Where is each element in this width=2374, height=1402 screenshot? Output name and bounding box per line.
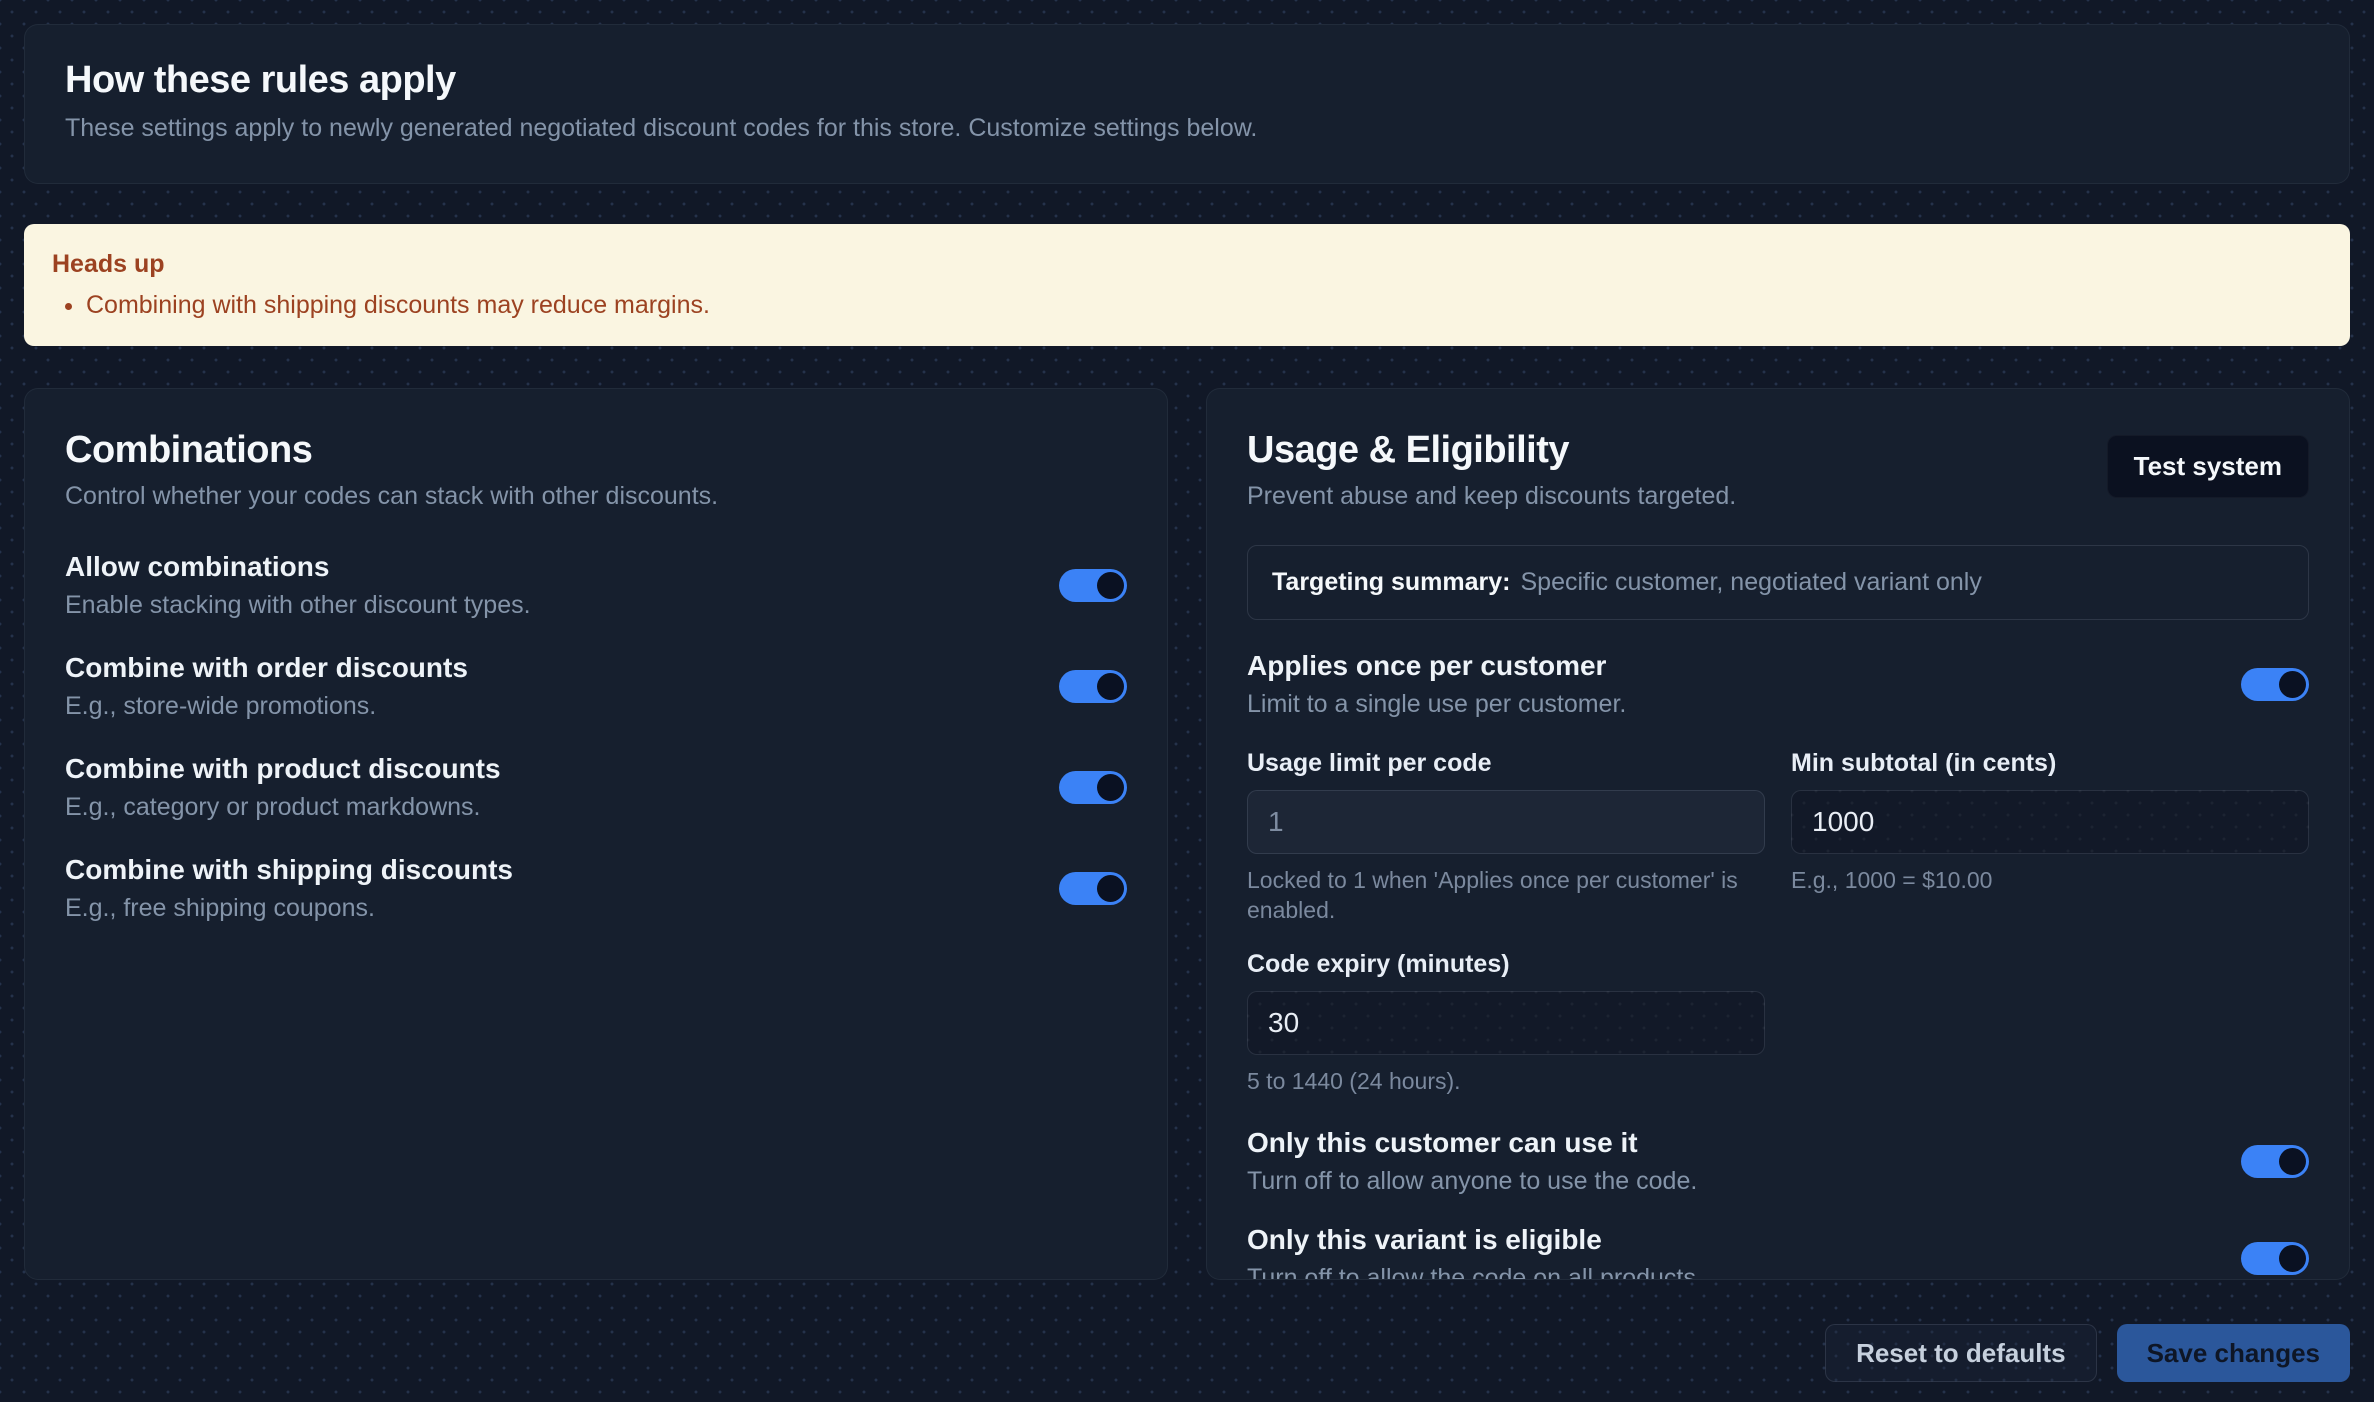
usage-subtitle: Prevent abuse and keep discounts targete… bbox=[1247, 482, 1736, 511]
page-title: How these rules apply bbox=[65, 59, 2309, 102]
allow-combinations-toggle[interactable] bbox=[1059, 569, 1127, 602]
code-expiry-field-group: Code expiry (minutes) 5 to 1440 (24 hour… bbox=[1247, 950, 1765, 1097]
code-expiry-label: Code expiry (minutes) bbox=[1247, 950, 1765, 979]
rule-help: Enable stacking with other discount type… bbox=[65, 591, 531, 620]
rule-help: E.g., free shipping coupons. bbox=[65, 894, 513, 923]
rule-row-applies-once: Applies once per customer Limit to a sin… bbox=[1247, 650, 2309, 719]
min-subtotal-field-group: Min subtotal (in cents) E.g., 1000 = $10… bbox=[1791, 749, 2309, 926]
product-discounts-toggle[interactable] bbox=[1059, 771, 1127, 804]
rule-label: Applies once per customer bbox=[1247, 650, 1626, 682]
reset-defaults-button[interactable]: Reset to defaults bbox=[1825, 1324, 2097, 1382]
min-subtotal-help: E.g., 1000 = $10.00 bbox=[1791, 866, 2309, 896]
only-customer-toggle[interactable] bbox=[2241, 1145, 2309, 1178]
usage-title: Usage & Eligibility bbox=[1247, 429, 1736, 472]
rule-label: Combine with order discounts bbox=[65, 652, 468, 684]
rule-row-product-discounts: Combine with product discounts E.g., cat… bbox=[65, 753, 1127, 822]
rule-label: Only this variant is eligible bbox=[1247, 1224, 1703, 1256]
toggle-knob bbox=[2279, 1148, 2306, 1175]
toggle-knob bbox=[2279, 1245, 2306, 1272]
rule-row-order-discounts: Combine with order discounts E.g., store… bbox=[65, 652, 1127, 721]
page-subtitle: These settings apply to newly generated … bbox=[65, 114, 2309, 143]
rule-row-only-variant: Only this variant is eligible Turn off t… bbox=[1247, 1224, 2309, 1280]
applies-once-toggle[interactable] bbox=[2241, 668, 2309, 701]
rule-row-shipping-discounts: Combine with shipping discounts E.g., fr… bbox=[65, 854, 1127, 923]
targeting-summary-box: Targeting summary: Specific customer, ne… bbox=[1247, 545, 2309, 620]
rule-label: Only this customer can use it bbox=[1247, 1127, 1697, 1159]
rule-help: Limit to a single use per customer. bbox=[1247, 690, 1626, 719]
toggle-knob bbox=[1097, 875, 1124, 902]
toggle-knob bbox=[1097, 774, 1124, 801]
test-system-button[interactable]: Test system bbox=[2107, 435, 2309, 498]
combinations-subtitle: Control whether your codes can stack wit… bbox=[65, 482, 1127, 511]
heads-up-banner: Heads up Combining with shipping discoun… bbox=[24, 224, 2350, 346]
toggle-knob bbox=[2279, 671, 2306, 698]
rule-label: Combine with product discounts bbox=[65, 753, 501, 785]
rule-help: Turn off to allow anyone to use the code… bbox=[1247, 1167, 1697, 1196]
min-subtotal-label: Min subtotal (in cents) bbox=[1791, 749, 2309, 778]
toggle-knob bbox=[1097, 673, 1124, 700]
footer-actions: Reset to defaults Save changes bbox=[24, 1324, 2350, 1382]
rule-help: E.g., store-wide promotions. bbox=[65, 692, 468, 721]
code-expiry-input[interactable] bbox=[1247, 991, 1765, 1055]
combinations-title: Combinations bbox=[65, 429, 1127, 472]
min-subtotal-input[interactable] bbox=[1791, 790, 2309, 854]
only-variant-toggle[interactable] bbox=[2241, 1242, 2309, 1275]
rule-help: E.g., category or product markdowns. bbox=[65, 793, 501, 822]
usage-limit-label: Usage limit per code bbox=[1247, 749, 1765, 778]
shipping-discounts-toggle[interactable] bbox=[1059, 872, 1127, 905]
rule-row-only-customer: Only this customer can use it Turn off t… bbox=[1247, 1127, 2309, 1196]
order-discounts-toggle[interactable] bbox=[1059, 670, 1127, 703]
combinations-panel: Combinations Control whether your codes … bbox=[24, 388, 1168, 1280]
usage-limit-input[interactable] bbox=[1247, 790, 1765, 854]
rules-header-card: How these rules apply These settings app… bbox=[24, 24, 2350, 184]
targeting-summary-value: Specific customer, negotiated variant on… bbox=[1520, 568, 1981, 597]
banner-list: Combining with shipping discounts may re… bbox=[52, 291, 2322, 320]
targeting-summary-label: Targeting summary: bbox=[1272, 568, 1510, 597]
usage-limit-field-group: Usage limit per code Locked to 1 when 'A… bbox=[1247, 749, 1765, 926]
usage-eligibility-panel: Usage & Eligibility Prevent abuse and ke… bbox=[1206, 388, 2350, 1280]
usage-limit-help: Locked to 1 when 'Applies once per custo… bbox=[1247, 866, 1765, 926]
toggle-knob bbox=[1097, 572, 1124, 599]
rule-help: Turn off to allow the code on all produc… bbox=[1247, 1264, 1703, 1280]
rule-label: Combine with shipping discounts bbox=[65, 854, 513, 886]
banner-title: Heads up bbox=[52, 250, 2322, 279]
save-changes-button[interactable]: Save changes bbox=[2117, 1324, 2350, 1382]
banner-item: Combining with shipping discounts may re… bbox=[86, 291, 2322, 320]
code-expiry-help: 5 to 1440 (24 hours). bbox=[1247, 1067, 1765, 1097]
rule-label: Allow combinations bbox=[65, 551, 531, 583]
rule-row-allow-combinations: Allow combinations Enable stacking with … bbox=[65, 551, 1127, 620]
